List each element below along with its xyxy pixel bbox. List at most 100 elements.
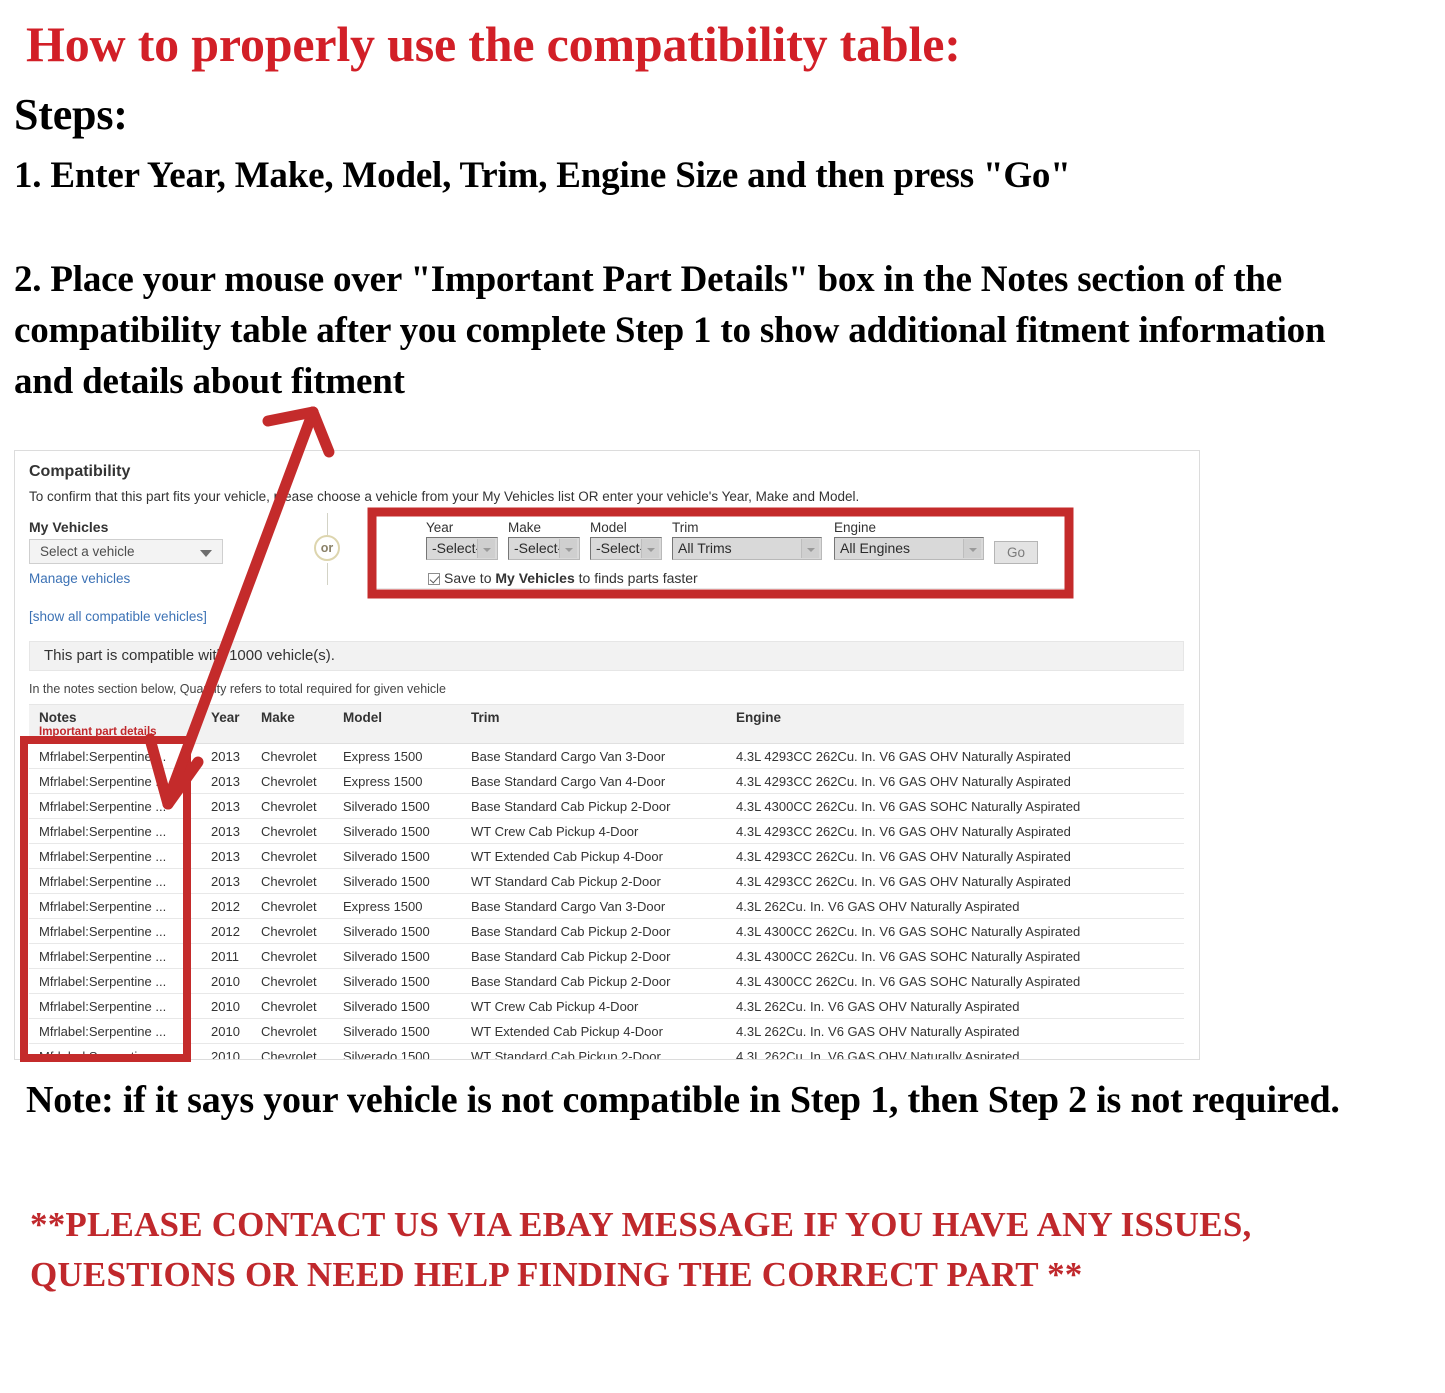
model-select-value: -Select- [596, 540, 645, 556]
cell-year: 2012 [201, 918, 251, 944]
cell-make: Chevrolet [251, 843, 333, 869]
engine-select[interactable]: All Engines [834, 537, 984, 560]
go-button[interactable]: Go [994, 541, 1038, 564]
table-row: Mfrlabel:Serpentine ... 2010 Chevrolet Silv… [29, 993, 1184, 1019]
cell-make: Chevrolet [251, 993, 333, 1019]
show-all-compatible-vehicles-link[interactable]: [show all compatible vehicles] [29, 609, 207, 624]
cell-notes[interactable]: Mfrlabel:Serpentine ... [29, 868, 201, 894]
cell-trim: Base Standard Cab Pickup 2-Door [461, 793, 726, 819]
my-vehicles-select-value: Select a vehicle [40, 544, 135, 559]
cell-model: Silverado 1500 [333, 943, 461, 969]
cell-make: Chevrolet [251, 868, 333, 894]
compatibility-subtitle: To confirm that this part fits your vehi… [29, 489, 860, 504]
cell-make: Chevrolet [251, 743, 333, 769]
trim-label: Trim [672, 520, 699, 535]
cell-make: Chevrolet [251, 768, 333, 794]
cell-trim: Base Standard Cargo Van 4-Door [461, 768, 726, 794]
header-make: Make [251, 704, 333, 744]
cell-engine: 4.3L 262Cu. In. V6 GAS OHV Naturally Asp… [726, 1018, 1184, 1044]
page-title: How to properly use the compatibility ta… [26, 16, 961, 72]
save-label-bold: My Vehicles [495, 570, 575, 586]
cell-engine: 4.3L 4293CC 262Cu. In. V6 GAS OHV Natura… [726, 743, 1184, 769]
chevron-down-icon [963, 539, 981, 558]
compatibility-heading: Compatibility [29, 463, 131, 480]
table-row: Mfrlabel:Serpentine ... 2013 Chevrolet Silv… [29, 843, 1184, 869]
save-to-my-vehicles-row[interactable]: Save to My Vehicles to finds parts faste… [428, 570, 698, 586]
table-row: Mfrlabel:Serpentine ... 2010 Chevrolet Silv… [29, 1018, 1184, 1044]
cell-year: 2013 [201, 843, 251, 869]
fitment-table: Notes Important part details Year Make M… [29, 704, 1184, 1059]
cell-model: Silverado 1500 [333, 918, 461, 944]
cell-year: 2010 [201, 1018, 251, 1044]
cell-notes[interactable]: Mfrlabel:Serpentine ... [29, 993, 201, 1019]
cell-year: 2013 [201, 743, 251, 769]
step-2-text: 2. Place your mouse over "Important Part… [14, 259, 1326, 403]
cell-engine: 4.3L 4293CC 262Cu. In. V6 GAS OHV Natura… [726, 843, 1184, 869]
table-row: Mfrlabel:Serpentine ... 2013 Chevrolet Expr… [29, 768, 1184, 794]
cell-notes[interactable]: Mfrlabel:Serpentine ... [29, 743, 201, 769]
cell-notes[interactable]: Mfrlabel:Serpentine ... [29, 1018, 201, 1044]
chevron-down-icon [559, 539, 577, 558]
cell-trim: Base Standard Cargo Van 3-Door [461, 743, 726, 769]
header-notes: Notes Important part details [29, 704, 201, 744]
save-to-my-vehicles-checkbox[interactable] [428, 573, 440, 585]
cell-notes[interactable]: Mfrlabel:Serpentine ... [29, 818, 201, 844]
year-select[interactable]: -Select- [426, 537, 498, 560]
table-header-row: Notes Important part details Year Make M… [29, 704, 1184, 744]
cell-notes[interactable]: Mfrlabel:Serpentine ... [29, 793, 201, 819]
cell-engine: 4.3L 4293CC 262Cu. In. V6 GAS OHV Natura… [726, 868, 1184, 894]
trim-field: Trim All Trims [672, 520, 822, 560]
make-select[interactable]: -Select- [508, 537, 580, 560]
cell-notes[interactable]: Mfrlabel:Serpentine ... [29, 768, 201, 794]
cell-year: 2011 [201, 943, 251, 969]
cell-year: 2010 [201, 993, 251, 1019]
model-select[interactable]: -Select- [590, 537, 662, 560]
engine-select-value: All Engines [840, 540, 911, 556]
cell-notes[interactable]: Mfrlabel:Serpentine ... [29, 943, 201, 969]
engine-label: Engine [834, 520, 877, 535]
or-divider-line-bottom [327, 563, 328, 585]
cell-notes[interactable]: Mfrlabel:Serpentine ... [29, 893, 201, 919]
cell-model: Silverado 1500 [333, 843, 461, 869]
header-trim: Trim [461, 704, 726, 744]
make-select-value: -Select- [514, 540, 563, 556]
note-text: Note: if it says your vehicle is not com… [26, 1079, 1340, 1121]
trim-select[interactable]: All Trims [672, 537, 822, 560]
important-part-details-label: Important part details [39, 726, 157, 738]
cell-year: 2013 [201, 818, 251, 844]
chevron-down-icon [200, 550, 212, 557]
my-vehicles-label: My Vehicles [29, 519, 109, 535]
table-row: Mfrlabel:Serpentine ... 2011 Chevrolet Silv… [29, 943, 1184, 969]
cell-model: Silverado 1500 [333, 993, 461, 1019]
table-row: Mfrlabel:Serpentine ... 2013 Chevrolet Expr… [29, 743, 1184, 769]
cell-model: Silverado 1500 [333, 1043, 461, 1059]
table-row: Mfrlabel:Serpentine ... 2010 Chevrolet Silv… [29, 1043, 1184, 1059]
header-model: Model [333, 704, 461, 744]
manage-vehicles-link[interactable]: Manage vehicles [29, 571, 130, 586]
cell-notes[interactable]: Mfrlabel:Serpentine ... [29, 843, 201, 869]
cell-notes[interactable]: Mfrlabel:Serpentine ... [29, 968, 201, 994]
cell-make: Chevrolet [251, 818, 333, 844]
chevron-down-icon [801, 539, 819, 558]
make-field: Make -Select- [508, 520, 580, 560]
cell-notes[interactable]: Mfrlabel:Serpentine ... [29, 918, 201, 944]
make-label: Make [508, 520, 542, 535]
cell-notes[interactable]: Mfrlabel:Serpentine ... [29, 1043, 201, 1059]
table-row: Mfrlabel:Serpentine ... 2012 Chevrolet Expr… [29, 893, 1184, 919]
cell-model: Express 1500 [333, 768, 461, 794]
cell-trim: WT Standard Cab Pickup 2-Door [461, 1043, 726, 1059]
cell-model: Silverado 1500 [333, 818, 461, 844]
cell-trim: WT Extended Cab Pickup 4-Door [461, 1018, 726, 1044]
chevron-down-icon [641, 539, 659, 558]
model-label: Model [590, 520, 627, 535]
cell-year: 2012 [201, 893, 251, 919]
cell-engine: 4.3L 262Cu. In. V6 GAS OHV Naturally Asp… [726, 993, 1184, 1019]
cell-trim: Base Standard Cargo Van 3-Door [461, 893, 726, 919]
chevron-down-icon [477, 539, 495, 558]
cell-year: 2013 [201, 768, 251, 794]
my-vehicles-select[interactable]: Select a vehicle [29, 539, 223, 564]
cell-make: Chevrolet [251, 893, 333, 919]
cell-year: 2013 [201, 793, 251, 819]
step-1-text: 1. Enter Year, Make, Model, Trim, Engine… [14, 155, 1071, 196]
table-row: Mfrlabel:Serpentine ... 2013 Chevrolet Silv… [29, 818, 1184, 844]
